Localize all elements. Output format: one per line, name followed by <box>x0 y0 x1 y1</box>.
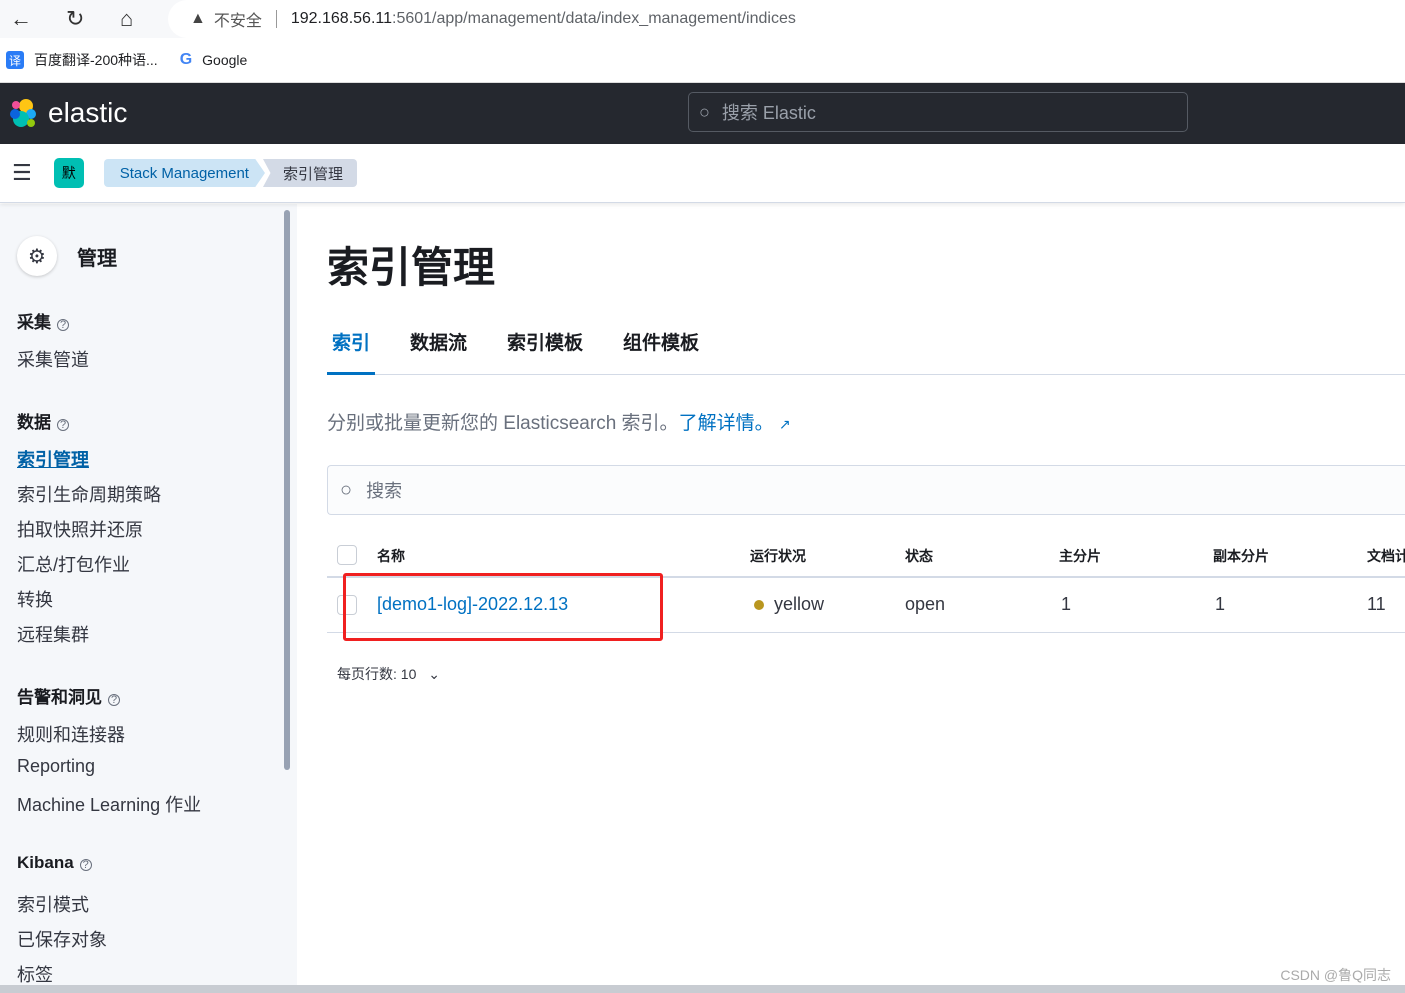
select-all-checkbox[interactable] <box>337 545 357 565</box>
url-path: :5601/app/management/data/index_manageme… <box>392 10 796 27</box>
help-icon: ? <box>57 419 69 431</box>
primary-value: 1 <box>1061 594 1072 614</box>
sidebar-item[interactable]: Reporting <box>17 756 95 777</box>
sidebar: ⚙ 管理 采集? 采集管道 数据? 索引管理 索引生命周期策略 拍取快照并还原 汇… <box>0 204 297 993</box>
gear-icon: ⚙ <box>17 236 57 276</box>
help-icon: ? <box>79 859 92 871</box>
table-header: 名称 运行状况 状态 主分片 副本分片 文档计数 <box>327 534 1405 578</box>
warning-icon: ▲ <box>190 10 206 27</box>
replica-value: 1 <box>1215 594 1226 614</box>
column-primary[interactable]: 主分片 <box>1059 546 1101 566</box>
learn-more-link[interactable]: 了解详情。 <box>679 413 774 434</box>
tabs: 索引 数据流 索引模板 组件模板 <box>327 329 1405 375</box>
sidebar-item[interactable]: 标签 <box>17 961 53 987</box>
sidebar-group-data: 数据? <box>17 408 69 433</box>
page-title: 索引管理 <box>327 244 496 291</box>
health-dot-icon <box>754 600 764 610</box>
bottom-bar <box>0 985 1405 993</box>
search-placeholder: 搜索 Elastic <box>721 103 816 123</box>
url-host: 192.168.56.11 <box>275 10 392 28</box>
column-name[interactable]: 名称 <box>377 546 405 566</box>
column-health[interactable]: 运行状况 <box>750 546 806 566</box>
space-avatar[interactable]: 默 <box>53 158 84 188</box>
tab-component-templates[interactable]: 组件模板 <box>618 329 704 375</box>
sidebar-item[interactable]: 索引模式 <box>17 891 89 917</box>
sidebar-item[interactable]: 索引生命周期策略 <box>17 481 161 507</box>
reload-icon[interactable]: ↻ <box>66 6 84 32</box>
docs-value: 11 <box>1367 594 1386 614</box>
chevron-down-icon: ⌄ <box>428 666 440 682</box>
tab-data-streams[interactable]: 数据流 <box>405 329 472 375</box>
sidebar-item[interactable]: 远程集群 <box>17 621 89 647</box>
help-icon: ? <box>108 694 120 706</box>
security-label: 不安全 <box>213 13 262 30</box>
browser-toolbar: ← ↻ ⌂ ▲ 不安全 192.168.56.11:5601/app/manag… <box>0 0 1405 38</box>
sidebar-item[interactable]: 规则和连接器 <box>17 721 125 747</box>
search-icon: ○ <box>699 101 710 122</box>
breadcrumb-stack-management[interactable]: Stack Management <box>103 159 265 187</box>
highlight-box <box>343 573 663 641</box>
address-bar[interactable]: ▲ 不安全 192.168.56.11:5601/app/management/… <box>168 0 1405 38</box>
column-status[interactable]: 状态 <box>905 546 933 566</box>
tab-index-templates[interactable]: 索引模板 <box>502 329 588 375</box>
help-icon: ? <box>57 319 69 331</box>
global-search-input[interactable]: ○ 搜索 Elastic <box>688 92 1188 132</box>
sidebar-group-alerts: 告警和洞见? <box>17 683 120 708</box>
column-docs[interactable]: 文档计数 <box>1367 546 1405 566</box>
bookmark-google[interactable]: G Google <box>180 51 248 69</box>
bookmark-label: Google <box>202 52 248 68</box>
bookmark-label: 百度翻译-200种语... <box>34 52 158 68</box>
external-link-icon: ↗ <box>778 416 791 432</box>
search-icon: ○ <box>340 478 353 501</box>
bookmarks-bar: 译百度翻译-200种语... G Google <box>0 38 1405 83</box>
sidebar-item[interactable]: 采集管道 <box>17 346 89 372</box>
sidebar-item-index-management[interactable]: 索引管理 <box>17 446 89 472</box>
elastic-logo-icon <box>10 99 36 127</box>
index-search-input[interactable]: ○ 搜索 <box>327 465 1405 515</box>
search-placeholder: 搜索 <box>366 481 403 501</box>
elastic-logo[interactable]: elastic <box>8 97 127 129</box>
back-icon[interactable]: ← <box>10 6 32 32</box>
column-replica[interactable]: 副本分片 <box>1213 546 1269 566</box>
breadcrumb-index-management: 索引管理 <box>262 159 357 187</box>
sidebar-title: 管理 <box>77 247 117 270</box>
watermark: CSDN @鲁Q同志 <box>1280 967 1391 983</box>
menu-icon[interactable]: ☰ <box>12 160 32 186</box>
tab-indices[interactable]: 索引 <box>327 329 376 375</box>
home-icon[interactable]: ⌂ <box>120 6 133 32</box>
rows-per-page-button[interactable]: 每页行数: 10 ⌄ <box>337 664 440 684</box>
bookmark-baidu[interactable]: 译百度翻译-200种语... <box>6 50 158 70</box>
page-description: 分别或批量更新您的 Elasticsearch 索引。了解详情。 ↗ <box>327 413 791 434</box>
sidebar-item[interactable]: Machine Learning 作业 <box>17 791 201 817</box>
brand-name: elastic <box>48 97 128 128</box>
sidebar-group-ingest: 采集? <box>17 308 69 333</box>
sidebar-item[interactable]: 已保存对象 <box>17 926 107 952</box>
breadcrumb: ☰ 默 Stack Management 索引管理 <box>0 144 1405 203</box>
translate-icon: 译 <box>6 51 24 69</box>
health-value: yellow <box>774 594 825 614</box>
main-content: 索引管理 索引 数据流 索引模板 组件模板 分别或批量更新您的 Elastics… <box>297 204 1405 993</box>
google-icon: G <box>179 51 193 68</box>
sidebar-item[interactable]: 拍取快照并还原 <box>17 516 143 542</box>
sidebar-item[interactable]: 汇总/打包作业 <box>17 551 130 577</box>
sidebar-item[interactable]: 转换 <box>17 586 53 612</box>
status-value: open <box>905 594 946 614</box>
kibana-header: elastic ○ 搜索 Elastic <box>0 83 1405 144</box>
sidebar-scrollbar[interactable] <box>284 210 290 770</box>
sidebar-group-kibana: Kibana? <box>17 853 92 873</box>
